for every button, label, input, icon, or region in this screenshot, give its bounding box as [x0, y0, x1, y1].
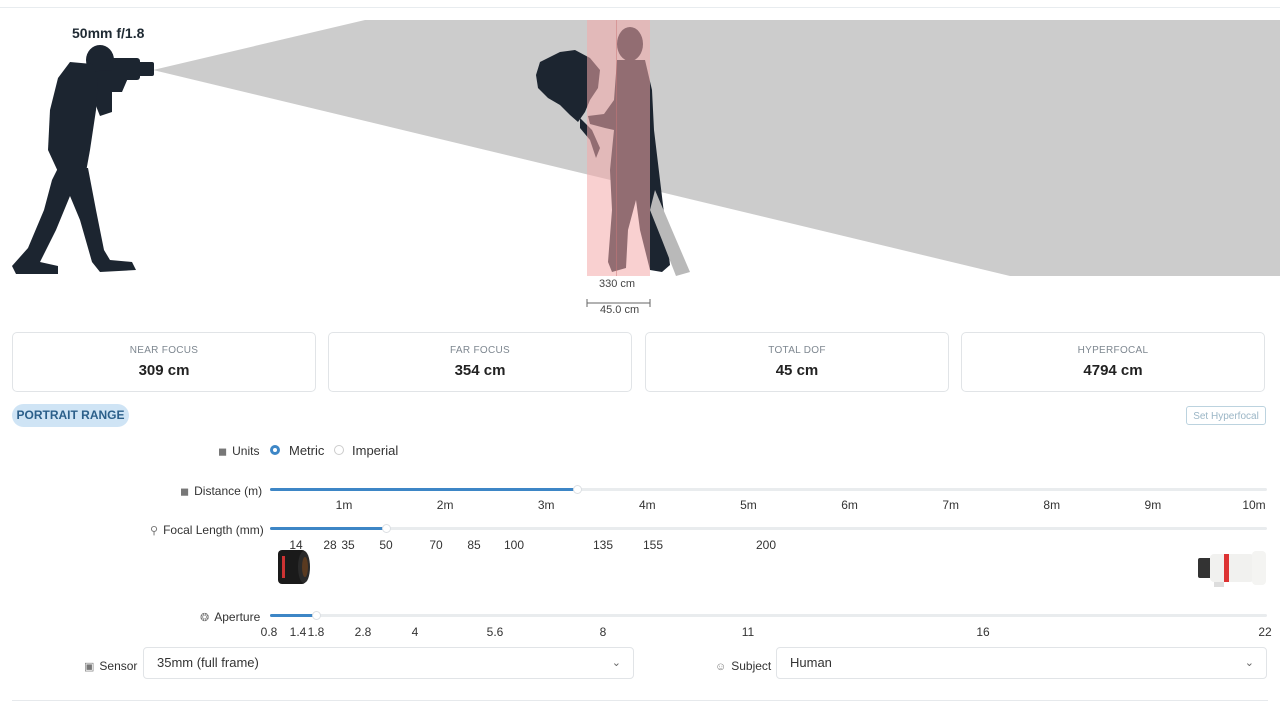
- distance-tick: 9m: [1144, 498, 1162, 512]
- bottom-divider: [12, 700, 1268, 701]
- aperture-tick: 8: [599, 625, 607, 639]
- sensor-select[interactable]: 35mm (full frame) ⌄: [143, 647, 634, 679]
- aperture-tick: 2.8: [354, 625, 372, 639]
- aperture-tick: 0.8: [260, 625, 278, 639]
- dof-zone-focus-line: [616, 20, 617, 276]
- distance-label: Distance (m): [194, 484, 263, 498]
- aperture-slider-thumb[interactable]: [312, 611, 321, 620]
- distance-tick: 3m: [537, 498, 555, 512]
- subject-label-group: ☺ Subject: [715, 659, 771, 673]
- focal-length-tick: 85: [467, 538, 481, 552]
- set-hyperfocal-button[interactable]: Set Hyperfocal: [1186, 406, 1266, 425]
- aperture-tick: 1.4: [289, 625, 307, 639]
- units-label-group: ◼ Units: [218, 444, 259, 458]
- dof-scene: [12, 20, 1280, 307]
- range-badge: PORTRAIT RANGE: [12, 404, 129, 427]
- focal-length-tick: 155: [642, 538, 664, 552]
- far-focus-value: 354 cm: [454, 362, 506, 379]
- focal-length-tick: 28: [323, 538, 337, 552]
- far-focus-card: FAR FOCUS 354 cm: [328, 332, 632, 392]
- chevron-down-icon: ⌄: [1244, 657, 1254, 669]
- tele-lens-icon: [1198, 551, 1266, 587]
- focal-length-label-group: ⚲ Focal Length (mm): [150, 523, 264, 537]
- focal-length-tick: 50: [379, 538, 393, 552]
- near-focus-label: NEAR FOCUS: [129, 345, 199, 356]
- focal-length-tick: 70: [429, 538, 443, 552]
- distance-slider-fill: [270, 488, 577, 491]
- sensor-label: Sensor: [99, 659, 138, 673]
- far-focus-label: FAR FOCUS: [450, 345, 510, 356]
- dof-zone: [587, 20, 650, 276]
- total-dof-value: 45 cm: [775, 362, 819, 379]
- view-cone: [153, 20, 1280, 276]
- metric-radio[interactable]: [270, 445, 280, 455]
- ruler-icon: ◼: [218, 446, 228, 458]
- aperture-tick: 22: [1258, 625, 1272, 639]
- hyperfocal-value: 4794 cm: [1083, 362, 1143, 379]
- distance-label-group: ◼ Distance (m): [180, 484, 262, 498]
- near-focus-card: NEAR FOCUS 309 cm: [12, 332, 316, 392]
- focal-length-tick: 100: [503, 538, 525, 552]
- focal-length-tick: 200: [755, 538, 777, 552]
- focal-length-slider-thumb[interactable]: [382, 524, 391, 533]
- imperial-radio[interactable]: [334, 445, 344, 455]
- distance-tick: 8m: [1043, 498, 1061, 512]
- aperture-label: Aperture: [214, 610, 261, 624]
- subject-label: Subject: [731, 659, 772, 673]
- imperial-label[interactable]: Imperial: [352, 443, 398, 458]
- chevron-down-icon: ⌄: [611, 657, 621, 669]
- aperture-label-group: ❂ Aperture: [200, 610, 260, 624]
- distance-tick: 5m: [740, 498, 757, 512]
- sensor-value: 35mm (full frame): [157, 655, 259, 670]
- aperture-slider-fill: [270, 614, 316, 617]
- hyperfocal-card: HYPERFOCAL 4794 cm: [961, 332, 1265, 392]
- camera-icon: ▣: [84, 661, 95, 673]
- dof-width-label: 45.0 cm: [600, 304, 640, 316]
- person-icon: ☺: [715, 661, 727, 673]
- total-dof-label: TOTAL DOF: [768, 345, 826, 356]
- aperture-tick: 16: [976, 625, 990, 639]
- focal-length-tick: 135: [592, 538, 614, 552]
- aperture-tick: 4: [411, 625, 419, 639]
- distance-tick: 7m: [942, 498, 959, 512]
- subject-select[interactable]: Human ⌄: [776, 647, 1267, 679]
- near-focus-value: 309 cm: [138, 362, 190, 379]
- distance-tick: 1m: [335, 498, 353, 512]
- distance-tick: 4m: [638, 498, 656, 512]
- wide-lens-icon: [278, 550, 310, 584]
- metric-label[interactable]: Metric: [289, 443, 324, 458]
- distance-tick: 6m: [841, 498, 858, 512]
- zoom-icon: ⚲: [150, 525, 159, 537]
- ruler-icon: ◼: [180, 486, 190, 498]
- hyperfocal-label: HYPERFOCAL: [1077, 345, 1149, 356]
- focal-length-tick: 35: [341, 538, 355, 552]
- focal-length-slider-track[interactable]: [270, 527, 1267, 530]
- focal-length-slider-fill: [270, 527, 386, 530]
- distance-tick: 2m: [436, 498, 454, 512]
- units-label: Units: [232, 444, 260, 458]
- distance-tick: 10m: [1242, 498, 1266, 512]
- aperture-icon: ❂: [200, 612, 210, 624]
- aperture-tick: 1.8: [307, 625, 325, 639]
- focal-length-label: Focal Length (mm): [163, 523, 264, 537]
- lens-label: 50mm f/1.8: [72, 25, 145, 41]
- sensor-label-group: ▣ Sensor: [84, 659, 137, 673]
- distance-slider-thumb[interactable]: [572, 485, 582, 494]
- total-dof-card: TOTAL DOF 45 cm: [645, 332, 949, 392]
- photographer-silhouette: [12, 45, 154, 274]
- aperture-slider-track[interactable]: [270, 614, 1267, 617]
- aperture-tick: 5.6: [486, 625, 504, 639]
- subject-distance-label: 330 cm: [599, 278, 636, 290]
- subject-value: Human: [790, 655, 832, 670]
- aperture-tick: 11: [741, 625, 755, 639]
